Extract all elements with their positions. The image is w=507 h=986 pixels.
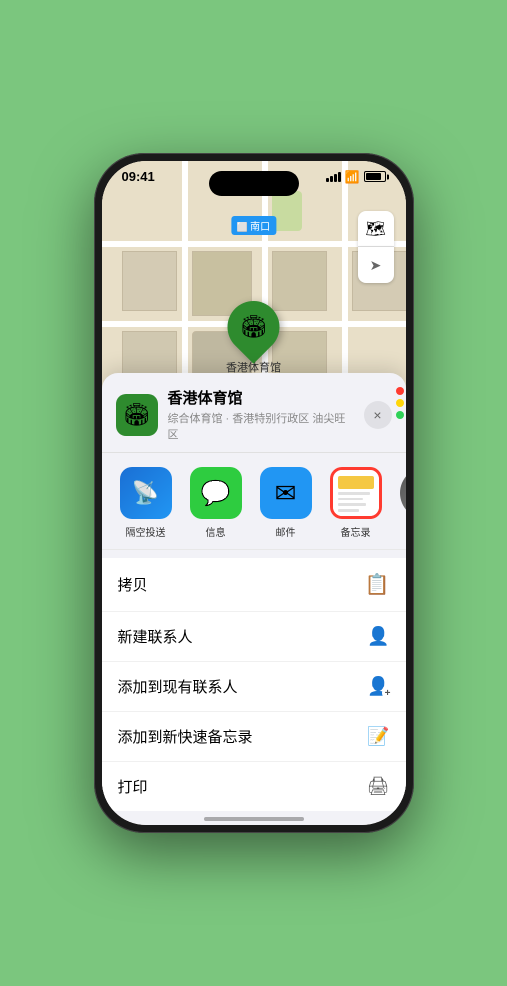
map-north-label: ⬜南口 [231,216,276,235]
share-item-more[interactable]: ••• 推 [396,467,406,539]
add-contact-icon: 👤+ [367,676,389,697]
share-row: 📡 隔空投送 💬 信息 ✉ 邮件 [102,453,406,550]
notes-icon [330,467,382,519]
location-pin: 🏟 香港体育馆 [226,301,281,375]
home-indicator [204,817,304,821]
mail-label: 邮件 [276,524,296,539]
share-item-notes[interactable]: 备忘录 [326,467,386,539]
phone-frame: 09:41 📶 [94,153,414,833]
print-label: 打印 [118,776,148,797]
status-icons: 📶 [326,170,386,184]
share-item-mail[interactable]: ✉ 邮件 [256,467,316,539]
airdrop-label: 隔空投送 [126,524,166,539]
status-time: 09:41 [122,169,155,184]
bottom-sheet: 🏟 香港体育馆 综合体育馆 · 香港特别行政区 油尖旺区 × 📡 隔空投送 [102,373,406,825]
action-print[interactable]: 打印 🖨 [102,762,406,811]
add-contact-label: 添加到现有联系人 [118,676,238,697]
print-icon: 🖨 [367,776,390,797]
mail-icon: ✉ [260,467,312,519]
action-list: 拷贝 📋 新建联系人 👤 添加到现有联系人 👤+ 添加到新快速备忘录 📝 [102,558,406,811]
venue-description: 综合体育馆 · 香港特别行政区 油尖旺区 [168,410,354,442]
map-controls: 🗺 ➤ [358,211,394,283]
location-icon: ➤ [370,257,382,274]
share-item-messages[interactable]: 💬 信息 [186,467,246,539]
new-contact-icon: 👤 [367,626,389,647]
wifi-icon: 📶 [345,170,360,184]
phone-screen: 09:41 📶 [102,161,406,825]
more-share-icon: ••• [400,467,406,519]
venue-icon: 🏟 [116,394,158,436]
location-button[interactable]: ➤ [358,247,394,283]
quick-note-icon: 📝 [367,726,389,747]
venue-info: 香港体育馆 综合体育馆 · 香港特别行政区 油尖旺区 [168,387,354,442]
sheet-header: 🏟 香港体育馆 综合体育馆 · 香港特别行政区 油尖旺区 × [102,373,406,453]
pin-icon: 🏟 [240,314,268,340]
action-copy[interactable]: 拷贝 📋 [102,558,406,612]
new-contact-label: 新建联系人 [118,626,193,647]
messages-label: 信息 [206,524,226,539]
map-type-button[interactable]: 🗺 [358,211,394,247]
dynamic-island [209,171,299,196]
share-item-airdrop[interactable]: 📡 隔空投送 [116,467,176,539]
airdrop-icon: 📡 [120,467,172,519]
close-button[interactable]: × [364,401,392,429]
notes-label: 备忘录 [341,524,371,539]
messages-icon: 💬 [190,467,242,519]
map-icon: 🗺 [365,219,385,239]
signal-icon [326,172,341,182]
action-new-contact[interactable]: 新建联系人 👤 [102,612,406,662]
venue-name: 香港体育馆 [168,387,354,408]
quick-note-label: 添加到新快速备忘录 [118,726,253,747]
copy-icon: 📋 [365,572,390,597]
action-add-contact[interactable]: 添加到现有联系人 👤+ [102,662,406,712]
copy-label: 拷贝 [118,574,148,595]
action-quick-note[interactable]: 添加到新快速备忘录 📝 [102,712,406,762]
battery-icon [364,171,386,182]
